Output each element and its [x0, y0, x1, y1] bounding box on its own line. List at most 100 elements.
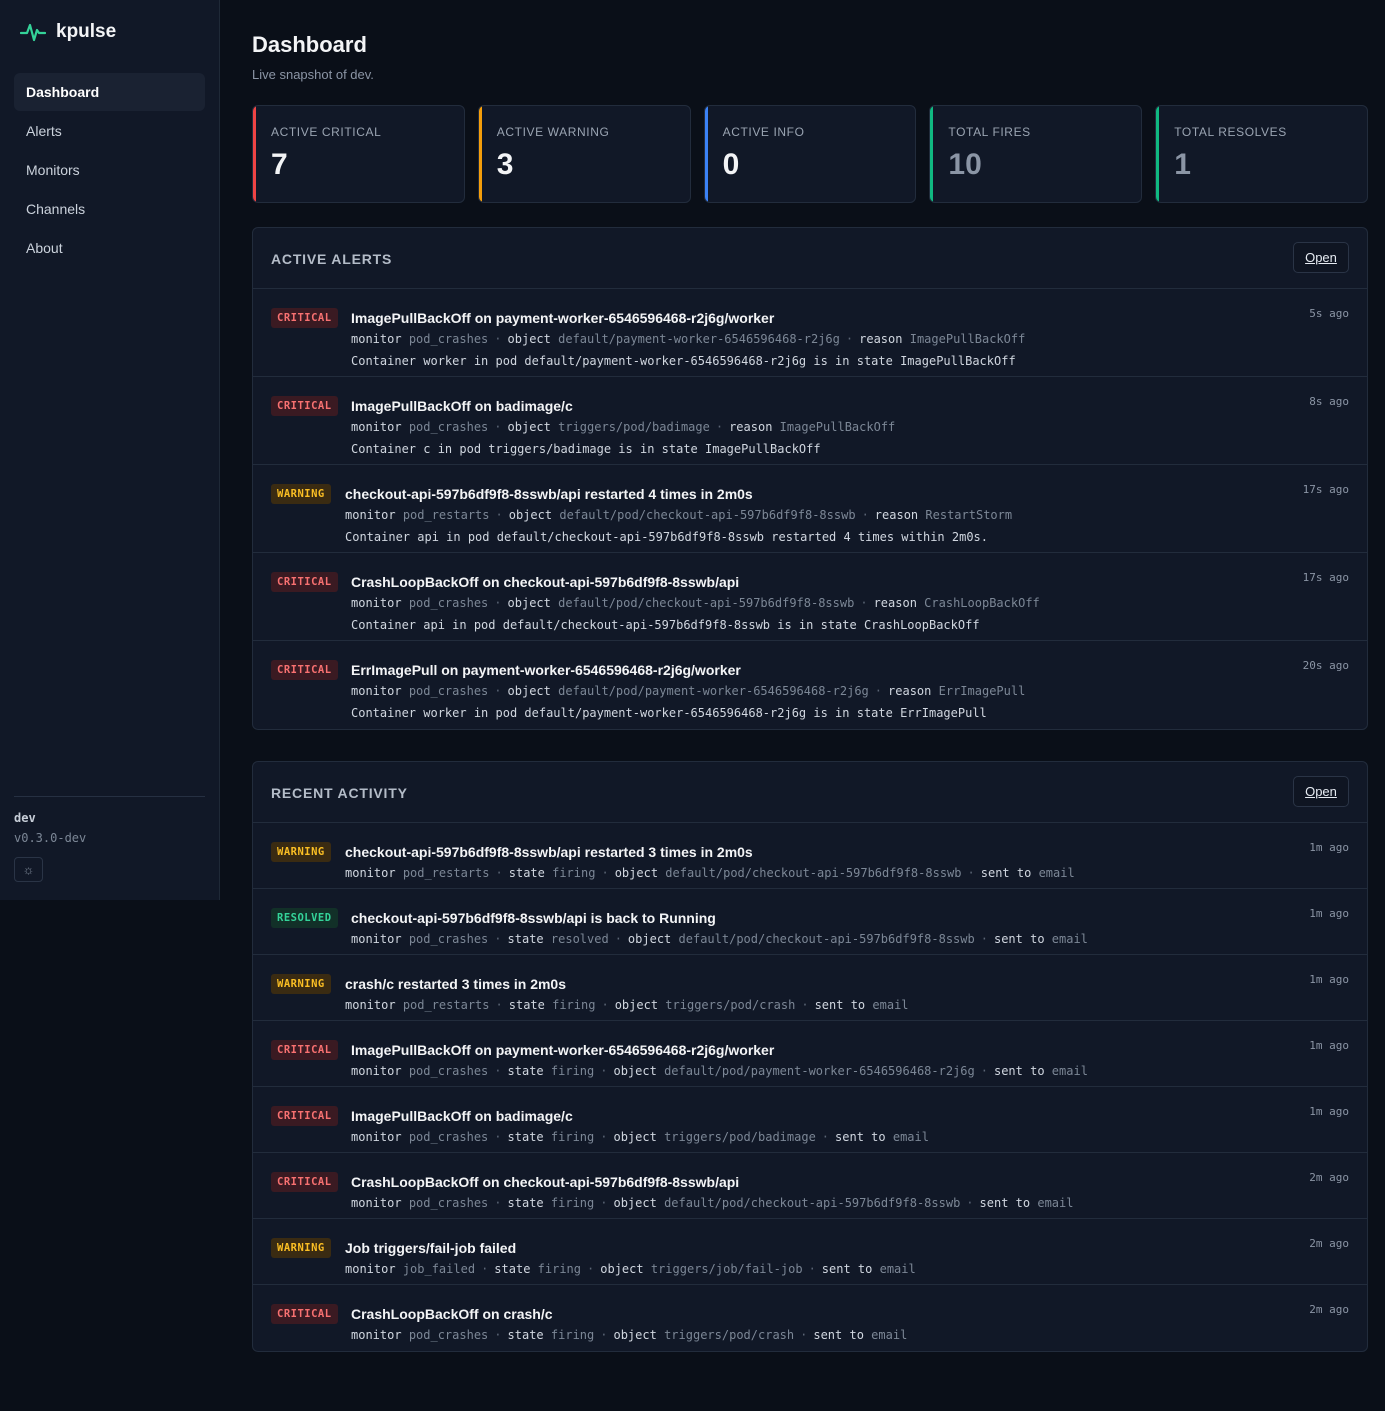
meta-separator: · — [494, 1196, 502, 1210]
activity-row[interactable]: WARNING crash/c restarted 3 times in 2m0s… — [253, 955, 1367, 1021]
stat-card-total-fires: TOTAL FIRES 10 — [929, 105, 1143, 203]
severity-badge: CRITICAL — [271, 660, 338, 680]
meta-value: email — [879, 1262, 916, 1276]
row-meta: monitor pod_crashes · object default/payme… — [351, 331, 1257, 347]
meta-key: object — [507, 420, 551, 434]
brand[interactable]: kpulse — [20, 20, 116, 44]
meta-separator: · — [494, 596, 502, 610]
sun-icon: ☼ — [22, 862, 35, 877]
meta-value: default/pod/checkout-api-597b6df9f8-8ssw… — [665, 866, 962, 880]
meta-key: monitor — [351, 1130, 402, 1144]
sidebar-item-monitors[interactable]: Monitors — [14, 151, 205, 189]
row-body: CrashLoopBackOff on crash/c monitor pod_c… — [351, 1305, 1257, 1343]
panel-header: ACTIVE ALERTS Open — [253, 228, 1367, 289]
row-meta: monitor pod_crashes · object triggers/pod/… — [351, 419, 1257, 435]
meta-key: object — [600, 1262, 644, 1276]
meta-key: state — [507, 932, 544, 946]
meta-value: pod_crashes — [408, 1064, 489, 1078]
stat-value: 10 — [948, 148, 982, 181]
meta-separator: · — [481, 1262, 489, 1276]
meta-separator: · — [494, 1328, 502, 1342]
meta-value: email — [1038, 866, 1075, 880]
alert-row[interactable]: CRITICAL ImagePullBackOff on payment-work… — [253, 289, 1367, 377]
sidebar-item-dashboard[interactable]: Dashboard — [14, 73, 205, 111]
meta-value: pod_crashes — [408, 1196, 489, 1210]
row-timestamp: 2m ago — [1309, 1171, 1349, 1184]
meta-key: state — [507, 1064, 544, 1078]
activity-row[interactable]: CRITICAL ImagePullBackOff on payment-work… — [253, 1021, 1367, 1087]
row-title[interactable]: ImagePullBackOff on payment-worker-65465… — [351, 1041, 1257, 1059]
alert-row[interactable]: CRITICAL CrashLoopBackOff on checkout-api… — [253, 553, 1367, 641]
row-detail: Container api in pod default/checkout-ap… — [345, 530, 988, 544]
meta-separator: · — [614, 932, 622, 946]
row-title[interactable]: Job triggers/fail-job failed — [345, 1239, 1257, 1257]
meta-value: pod_crashes — [408, 1328, 489, 1342]
alert-row[interactable]: CRITICAL ImagePullBackOff on badimage/c mo… — [253, 377, 1367, 465]
row-body: ImagePullBackOff on payment-worker-65465… — [351, 1041, 1257, 1079]
severity-badge: WARNING — [271, 1238, 331, 1258]
row-title[interactable]: CrashLoopBackOff on crash/c — [351, 1305, 1257, 1323]
row-meta: monitor pod_crashes · object default/pod/p… — [351, 683, 1257, 699]
activity-row[interactable]: WARNING Job triggers/fail-job failed monit… — [253, 1219, 1367, 1285]
sidebar-item-channels[interactable]: Channels — [14, 190, 205, 228]
alert-row[interactable]: WARNING checkout-api-597b6df9f8-8sswb/api… — [253, 465, 1367, 553]
meta-key: monitor — [345, 508, 396, 522]
meta-value: default/pod/checkout-api-597b6df9f8-8ssw… — [664, 1196, 961, 1210]
meta-value: default/pod/payment-worker-6546596468-r2… — [558, 684, 869, 698]
activity-row[interactable]: CRITICAL CrashLoopBackOff on crash/c monit… — [253, 1285, 1367, 1351]
row-title[interactable]: checkout-api-597b6df9f8-8sswb/api is bac… — [351, 909, 1257, 927]
row-title[interactable]: checkout-api-597b6df9f8-8sswb/api restar… — [345, 843, 1257, 861]
severity-badge: CRITICAL — [271, 1106, 338, 1126]
meta-separator: · — [845, 332, 854, 346]
open-activity-button[interactable]: Open — [1293, 776, 1349, 807]
stat-card-active-critical: ACTIVE CRITICAL 7 — [252, 105, 465, 203]
activity-row[interactable]: CRITICAL CrashLoopBackOff on checkout-api… — [253, 1153, 1367, 1219]
sidebar-nav: Dashboard Alerts Monitors Channels About — [14, 73, 205, 268]
meta-key: object — [507, 332, 551, 346]
open-alerts-button[interactable]: Open — [1293, 242, 1349, 273]
row-detail: Container c in pod triggers/badimage is … — [351, 442, 821, 456]
severity-badge: CRITICAL — [271, 1304, 338, 1324]
row-title[interactable]: crash/c restarted 3 times in 2m0s — [345, 975, 1257, 993]
row-title[interactable]: CrashLoopBackOff on checkout-api-597b6df… — [351, 573, 1257, 591]
meta-value: email — [1037, 1196, 1074, 1210]
row-timestamp: 8s ago — [1309, 395, 1349, 408]
meta-separator: · — [495, 866, 503, 880]
meta-key: monitor — [345, 866, 396, 880]
row-title[interactable]: checkout-api-597b6df9f8-8sswb/api restar… — [345, 485, 1257, 503]
meta-separator: · — [587, 1262, 595, 1276]
sidebar-item-alerts[interactable]: Alerts — [14, 112, 205, 150]
meta-value: firing — [550, 1130, 595, 1144]
meta-separator: · — [600, 1064, 608, 1078]
env-name: dev — [14, 811, 36, 825]
row-body: CrashLoopBackOff on checkout-api-597b6df… — [351, 1173, 1257, 1211]
meta-value: pod_crashes — [408, 596, 489, 610]
meta-key: monitor — [351, 596, 402, 610]
activity-row[interactable]: CRITICAL ImagePullBackOff on badimage/c mo… — [253, 1087, 1367, 1153]
sidebar-item-about[interactable]: About — [14, 229, 205, 267]
meta-separator: · — [601, 866, 609, 880]
meta-separator: · — [715, 420, 724, 434]
alert-row[interactable]: CRITICAL ErrImagePull on payment-worker-6… — [253, 641, 1367, 729]
row-title[interactable]: ImagePullBackOff on badimage/c — [351, 1107, 1257, 1125]
row-body: ImagePullBackOff on badimage/c monitor po… — [351, 397, 1257, 457]
meta-separator: · — [601, 998, 609, 1012]
row-title[interactable]: ImagePullBackOff on badimage/c — [351, 397, 1257, 415]
meta-value: resolved — [550, 932, 609, 946]
row-title[interactable]: ImagePullBackOff on payment-worker-65465… — [351, 309, 1257, 327]
row-title[interactable]: ErrImagePull on payment-worker-654659646… — [351, 661, 1257, 679]
meta-separator: · — [494, 1064, 502, 1078]
meta-key: monitor — [351, 332, 402, 346]
meta-separator: · — [495, 998, 503, 1012]
meta-separator: · — [600, 1328, 608, 1342]
theme-toggle-button[interactable]: ☼ — [14, 857, 43, 882]
row-body: CrashLoopBackOff on checkout-api-597b6df… — [351, 573, 1257, 633]
meta-value: ImagePullBackOff — [909, 332, 1026, 346]
severity-badge: WARNING — [271, 974, 331, 994]
activity-row[interactable]: WARNING checkout-api-597b6df9f8-8sswb/api… — [253, 823, 1367, 889]
activity-row[interactable]: RESOLVED checkout-api-597b6df9f8-8sswb/ap… — [253, 889, 1367, 955]
row-title[interactable]: CrashLoopBackOff on checkout-api-597b6df… — [351, 1173, 1257, 1191]
sidebar: kpulse Dashboard Alerts Monitors Channel… — [0, 0, 220, 900]
meta-separator: · — [494, 684, 502, 698]
stat-label: TOTAL RESOLVES — [1174, 125, 1287, 139]
